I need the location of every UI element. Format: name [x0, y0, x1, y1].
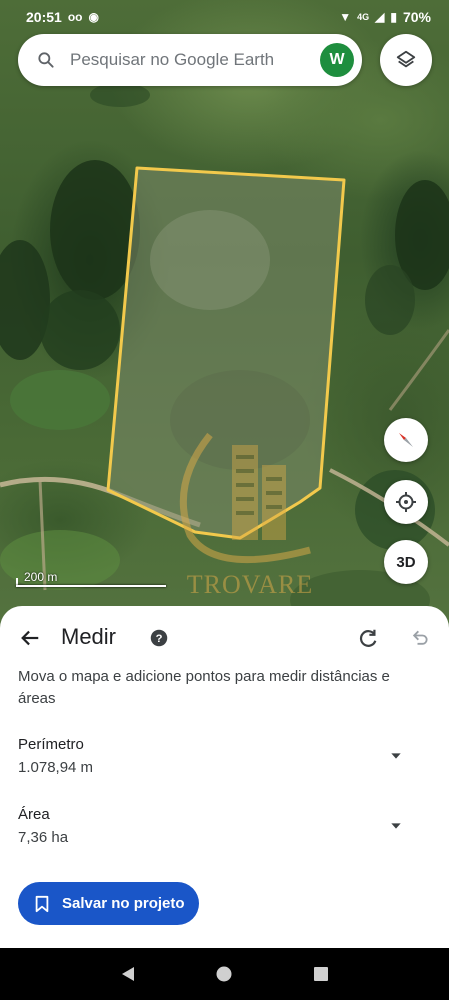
- compass-icon: [399, 433, 413, 447]
- measure-instructions: Mova o mapa e adicione pontos para medir…: [18, 668, 390, 707]
- nav-home-icon: [216, 966, 232, 982]
- search-bar[interactable]: W: [18, 34, 362, 86]
- nav-back-icon: [122, 967, 135, 981]
- voicemail-icon: ᴏᴏ: [67, 10, 83, 24]
- my-location-button[interactable]: [384, 480, 428, 524]
- redo-icon: [360, 629, 377, 647]
- satellite-map[interactable]: TROVARE Imobiliária 20:51 ᴏᴏ ◉ ▼ 4G ◢ ▮ …: [0, 0, 449, 640]
- scale-label: 200 m: [24, 570, 58, 584]
- perimeter-row[interactable]: Perímetro 1.078,94 m: [18, 736, 428, 782]
- scale-bar: 200 m: [16, 570, 166, 588]
- battery-icon: ▮: [390, 10, 397, 24]
- help-icon[interactable]: ?: [150, 629, 168, 647]
- chevron-down-icon[interactable]: [388, 748, 404, 764]
- my-location-icon: [396, 492, 416, 512]
- battery-percent: 70%: [402, 9, 431, 25]
- avatar[interactable]: W: [320, 43, 354, 77]
- page-title: Medir: [61, 624, 117, 649]
- save-to-project-button[interactable]: Salvar no projeto: [18, 882, 199, 925]
- area-value: 7,36 ha: [18, 829, 69, 846]
- system-nav-bar: [0, 948, 449, 1000]
- bookmark-icon: [35, 895, 49, 912]
- search-icon: [38, 52, 54, 68]
- 3d-toggle-button[interactable]: 3D: [384, 540, 428, 584]
- back-button[interactable]: [16, 624, 44, 652]
- nav-home-button[interactable]: [209, 959, 239, 989]
- measure-panel-header: Medir ?: [0, 620, 449, 656]
- status-bar: 20:51 ᴏᴏ ◉ ▼ 4G ◢ ▮ 70%: [0, 0, 449, 34]
- scale-line: [16, 585, 166, 587]
- wifi-icon: ▼: [339, 10, 352, 24]
- layers-button[interactable]: [380, 34, 432, 86]
- layers-icon: [396, 50, 416, 68]
- measure-panel: Medir ? Mova o mapa e adicione pontos pa…: [0, 606, 449, 948]
- svg-text:?: ?: [156, 633, 163, 645]
- compass-button[interactable]: [384, 418, 428, 462]
- perimeter-value: 1.078,94 m: [18, 759, 94, 776]
- save-button-label: Salvar no projeto: [62, 895, 185, 912]
- network-type: 4G: [357, 12, 370, 22]
- nav-back-button[interactable]: [113, 959, 143, 989]
- terrain-features: [0, 83, 449, 630]
- nav-recents-icon: [313, 967, 328, 981]
- perimeter-label: Perímetro: [18, 736, 84, 753]
- area-label: Área: [18, 806, 50, 823]
- search-input[interactable]: [70, 50, 320, 70]
- nav-recents-button[interactable]: [306, 959, 336, 989]
- signal-icon: ◢: [375, 10, 385, 24]
- chevron-down-icon[interactable]: [388, 818, 404, 834]
- redo-button[interactable]: [354, 624, 382, 652]
- area-row[interactable]: Área 7,36 ha: [18, 806, 428, 852]
- app-notification-icon: ◉: [88, 10, 99, 24]
- status-time: 20:51: [26, 9, 62, 25]
- undo-button[interactable]: [406, 624, 434, 652]
- arrow-back-icon: [21, 630, 39, 646]
- undo-icon: [412, 630, 428, 645]
